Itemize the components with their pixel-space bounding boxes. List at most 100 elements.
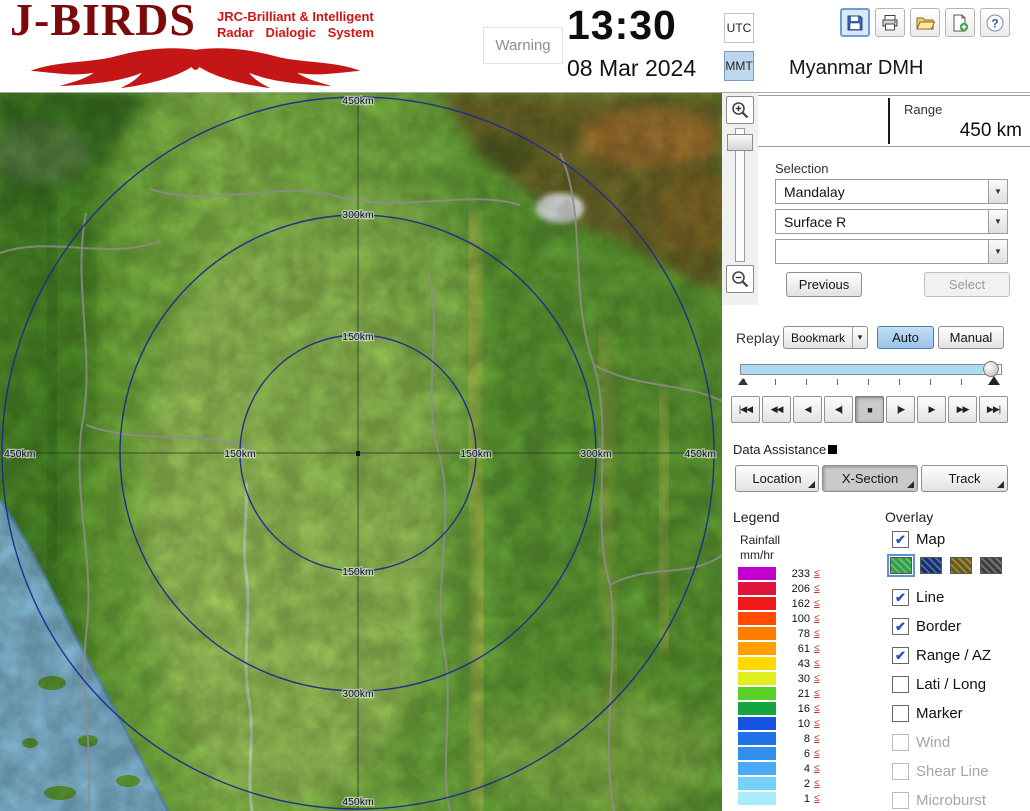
legend-row: 16≤ [738,701,820,716]
ring-label: 450km [4,448,36,460]
chevron-down-icon[interactable] [988,210,1007,233]
legend-value: 30 [780,673,810,685]
logo-tagline-1: JRC-Brilliant & Intelligent [217,9,374,24]
overlay-label: Wind [916,734,950,751]
legend-title: Legend [733,509,780,525]
checkbox[interactable] [892,647,909,664]
site-dropdown[interactable]: Mandalay [775,179,1008,204]
map-style-green-swatch[interactable] [890,557,912,574]
previous-button[interactable]: Previous [786,272,862,297]
timezone-mmt-button[interactable]: MMT [724,51,754,81]
zoom-out-icon [730,269,750,289]
playback-last-button[interactable]: ▶▶| [979,396,1008,423]
legend-color-swatch [738,597,776,610]
data-assistance-text: Data Assistance [733,442,826,457]
warning-button[interactable]: Warning [483,27,563,64]
legend-value: 2 [780,778,810,790]
overlay-item-lati-long[interactable]: Lati / Long [892,676,986,693]
legend-leq: ≤ [814,598,820,609]
checkbox[interactable] [892,531,909,548]
track-button[interactable]: Track [921,465,1008,492]
select-button[interactable]: Select [924,272,1010,297]
legend-color-swatch [738,567,776,580]
legend-color-swatch [738,717,776,730]
overlay-item-range-az[interactable]: Range / AZ [892,647,991,664]
chevron-down-icon[interactable] [988,180,1007,203]
checkbox[interactable] [892,618,909,635]
help-button[interactable]: ? [980,8,1010,37]
extra-dropdown-value [776,240,988,263]
auto-mode-button[interactable]: Auto [877,326,934,349]
overlay-label: Microburst [916,792,986,809]
legend-color-swatch [738,792,776,805]
manual-mode-button[interactable]: Manual [938,326,1004,349]
zoom-in-button[interactable] [726,96,754,124]
legend-row: 78≤ [738,626,820,641]
chevron-down-icon[interactable] [852,327,867,348]
overlay-item-border[interactable]: Border [892,618,961,635]
print-button[interactable] [875,8,905,37]
legend-value: 10 [780,718,810,730]
playback-step-forward-button[interactable]: |▶ [886,396,915,423]
overlay-label: Range / AZ [916,647,991,664]
chevron-down-icon[interactable] [988,240,1007,263]
legend-color-swatch [738,762,776,775]
ring-label: 300km [580,448,612,460]
legend-value: 233 [780,568,810,580]
radar-center-marker [356,451,360,456]
export-button[interactable] [945,8,975,37]
legend-leq: ≤ [814,673,820,684]
timeline-slider-knob[interactable] [983,361,999,377]
help-icon: ? [985,13,1005,33]
playback-stop-button[interactable]: ■ [855,396,884,423]
replay-label: Replay [736,330,780,346]
zoom-out-button[interactable] [726,265,754,293]
bookmark-button[interactable]: Bookmark [783,326,868,349]
eagle-logo-icon [8,44,383,90]
playback-reverse-button[interactable]: ◀ [793,396,822,423]
legend-leq: ≤ [814,718,820,729]
open-folder-button[interactable] [910,8,940,37]
overlay-label: Shear Line [916,763,989,780]
radar-map-display[interactable]: 450km 300km 150km 150km 300km 450km 450k… [0,93,722,811]
playback-play-button[interactable]: ▶ [917,396,946,423]
overlay-item-marker[interactable]: Marker [892,705,963,722]
playback-fast-forward-button[interactable]: ▶▶ [948,396,977,423]
legend-value: 78 [780,628,810,640]
map-style-olive-swatch[interactable] [950,557,972,574]
replay-timeline-track[interactable] [740,364,1002,375]
extra-dropdown[interactable] [775,239,1008,264]
legend-value: 100 [780,613,810,625]
ring-label: 450km [342,796,374,808]
legend-value: 162 [780,598,810,610]
save-button[interactable] [840,8,870,37]
svg-text:?: ? [991,16,998,30]
checkbox[interactable] [892,705,909,722]
playback-rewind-button[interactable]: ◀◀ [762,396,791,423]
product-dropdown[interactable]: Surface R [775,209,1008,234]
legend-row: 162 ≤ [738,596,820,611]
legend-leq: ≤ [814,748,820,759]
legend-leq: ≤ [814,703,820,714]
clock-time: 13:30 [567,2,677,49]
legend-row: 206≤ [738,581,820,596]
location-button[interactable]: Location [735,465,819,492]
checkbox[interactable] [892,676,909,693]
overlay-item-line[interactable]: Line [892,589,944,606]
zoom-slider-thumb[interactable] [727,134,753,151]
timeline-tick-marks [744,379,996,385]
map-style-navy-swatch[interactable] [920,557,942,574]
x-section-button[interactable]: X-Section [822,465,918,492]
overlay-item-map[interactable]: Map [892,531,945,548]
legend-row: 8≤ [738,731,820,746]
map-style-gray-swatch[interactable] [980,557,1002,574]
range-value: 450 km [898,120,1022,142]
data-assistance-label: Data Assistance [733,442,837,457]
legend-value: 8 [780,733,810,745]
checkbox[interactable] [892,589,909,606]
playback-step-back-button[interactable]: ◀| [824,396,853,423]
playback-first-button[interactable]: |◀◀ [731,396,760,423]
timezone-utc-button[interactable]: UTC [724,13,754,43]
ring-label: 300km [342,688,374,700]
overlay-item-microburst: Microburst [892,792,986,809]
